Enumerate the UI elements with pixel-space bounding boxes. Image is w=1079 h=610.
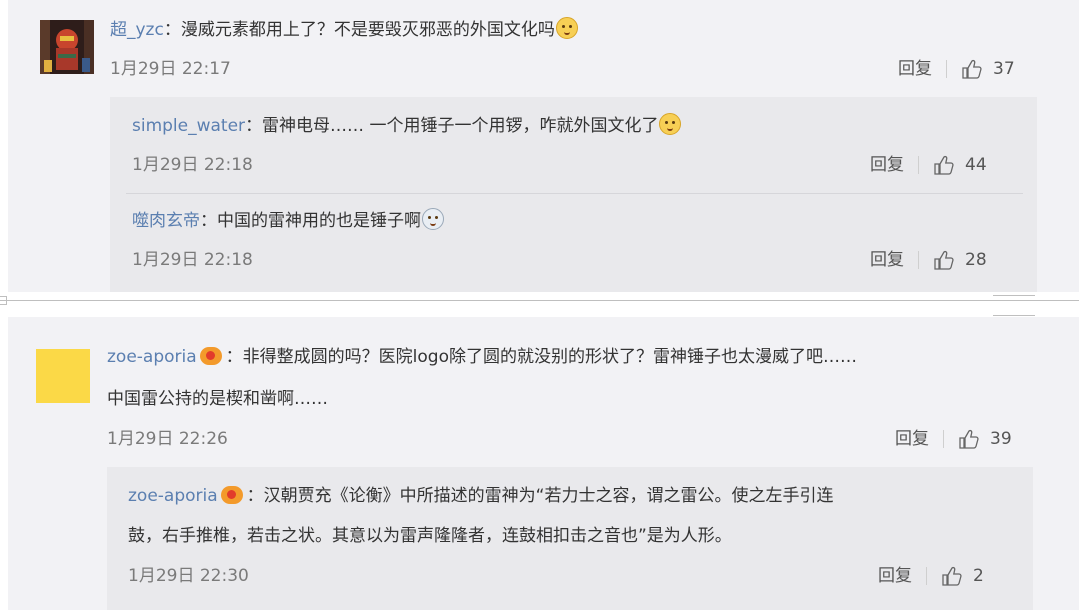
like-button[interactable]: 28 (933, 248, 987, 272)
reply-text: 噬肉玄帝：中国的雷神用的也是锤子啊 (132, 208, 444, 233)
reply-text-continued: 鼓，右手推椎，若击之状。其意以为雷声隆隆者，连鼓相扣击之音也”是为人形。 (128, 526, 732, 546)
avatar[interactable] (36, 349, 90, 403)
thumbs-up-icon (942, 566, 962, 586)
divider (918, 251, 919, 269)
doge-emoji-icon (659, 113, 682, 135)
thumbs-up-icon (934, 155, 954, 175)
like-button[interactable]: 44 (933, 153, 987, 177)
username[interactable]: zoe-aporia (128, 486, 218, 506)
divider (946, 60, 947, 78)
avatar[interactable] (40, 20, 94, 74)
like-count: 44 (965, 155, 987, 175)
divider-mark (0, 296, 7, 305)
reply-body: ：中国的雷神用的也是锤子啊 (200, 211, 421, 231)
username[interactable]: simple_water (132, 116, 245, 136)
reply-actions: 回复 44 (870, 153, 987, 177)
comment-text-continued: 中国雷公持的是楔和凿啊…… (107, 389, 328, 409)
thumbs-up-icon (962, 59, 982, 79)
like-count: 37 (993, 59, 1015, 79)
like-button[interactable]: 39 (958, 427, 1012, 451)
like-count: 28 (965, 250, 987, 270)
comment-body: ：非得整成圆的吗？医院logo除了圆的就没别的形状了？雷神锤子也太漫威了吧…… (225, 347, 857, 367)
reply-date: 1月29日 22:18 (132, 155, 253, 175)
surprised-emoji-icon (422, 208, 444, 230)
comment-text: zoe-aporia ：非得整成圆的吗？医院logo除了圆的就没别的形状了？雷神锤… (107, 345, 857, 369)
reply-date: 1月29日 22:30 (128, 566, 249, 586)
divider (943, 430, 944, 448)
username[interactable]: 超_yzc (110, 20, 164, 40)
comment-actions: 回复 39 (895, 427, 1012, 451)
comment-body: ：漫威元素都用上了？不是要毁灭邪恶的外国文化吗 (163, 20, 555, 40)
doge-emoji-icon (555, 17, 578, 39)
comment-date: 1月29日 22:26 (107, 429, 228, 449)
reply-actions: 回复 2 (878, 564, 984, 588)
reply-body: ：汉朝贾充《论衡》中所描述的雷神为“若力士之容，谓之雷公。使之左手引连 (246, 486, 834, 506)
username[interactable]: zoe-aporia (107, 347, 197, 367)
reply-text: simple_water：雷神电母…… 一个用锤子一个用锣，咋就外国文化了 (132, 113, 682, 138)
reply-button[interactable]: 回复 (898, 57, 932, 81)
divider-mark (993, 295, 1035, 316)
section-divider (0, 300, 1079, 301)
reply-button[interactable]: 回复 (870, 248, 904, 272)
thumbs-up-icon (934, 250, 954, 270)
divider (926, 567, 927, 585)
reply-button[interactable]: 回复 (870, 153, 904, 177)
like-button[interactable]: 2 (941, 564, 984, 588)
like-button[interactable]: 37 (961, 57, 1015, 81)
divider (918, 156, 919, 174)
comment-text: 超_yzc：漫威元素都用上了？不是要毁灭邪恶的外国文化吗 (110, 17, 578, 42)
like-count: 39 (990, 429, 1012, 449)
comment-date: 1月29日 22:17 (110, 59, 231, 79)
vip-badge-icon (199, 347, 222, 365)
reply-date: 1月29日 22:18 (132, 250, 253, 270)
reply-button[interactable]: 回复 (878, 564, 912, 588)
reply-separator (126, 193, 1023, 194)
like-count: 2 (973, 566, 984, 586)
reply-actions: 回复 28 (870, 248, 987, 272)
thumbs-up-icon (959, 429, 979, 449)
comment-actions: 回复 37 (898, 57, 1015, 81)
username[interactable]: 噬肉玄帝 (132, 211, 200, 231)
reply-text: zoe-aporia ：汉朝贾充《论衡》中所描述的雷神为“若力士之容，谓之雷公。使… (128, 484, 833, 508)
reply-body: ：雷神电母…… 一个用锤子一个用锣，咋就外国文化了 (245, 116, 659, 136)
vip-badge-icon (220, 486, 243, 504)
reply-button[interactable]: 回复 (895, 427, 929, 451)
